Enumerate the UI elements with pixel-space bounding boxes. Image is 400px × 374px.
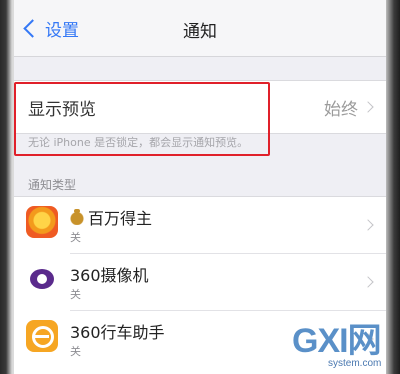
show-preview-label: 显示预览 bbox=[28, 100, 96, 120]
show-preview-row[interactable]: 显示预览 始终 bbox=[14, 80, 386, 134]
section-header-notification-types: 通知类型 bbox=[28, 178, 77, 192]
app-name: 360行车助手 bbox=[70, 319, 165, 343]
watermark-domain: system.com bbox=[328, 358, 382, 369]
show-preview-footer: 无论 iPhone 是否锁定，都会显示通知预览。 bbox=[28, 136, 249, 149]
row-divider bbox=[70, 253, 386, 254]
drive-assistant-360-app-icon bbox=[26, 320, 58, 352]
row-divider bbox=[70, 310, 386, 311]
app-name-text: 360摄像机 bbox=[70, 266, 149, 285]
app-name-text: 360行车助手 bbox=[70, 323, 165, 342]
chevron-right-icon bbox=[362, 219, 374, 231]
app-status: 关 bbox=[70, 231, 81, 244]
app-name: 360摄像机 bbox=[70, 262, 149, 286]
camera-360-app-icon bbox=[26, 263, 58, 295]
navigation-bar: 设置 通知 bbox=[14, 0, 386, 57]
app-name-text: 百万得主 bbox=[88, 209, 153, 228]
app-row-360-camera[interactable]: 360摄像机 关 bbox=[14, 254, 386, 310]
phone-photo: 设置 通知 显示预览 始终 无论 iPhone 是否锁定，都会显示通知预览。 通… bbox=[0, 0, 400, 374]
chevron-right-icon bbox=[362, 276, 374, 288]
app-status: 关 bbox=[70, 345, 81, 358]
app-name: 百万得主 bbox=[70, 205, 152, 229]
page-title: 通知 bbox=[183, 22, 217, 42]
millionaire-app-icon bbox=[26, 206, 58, 238]
watermark-logo-text: GXI网 bbox=[292, 322, 382, 360]
notifications-screen: 设置 通知 显示预览 始终 无论 iPhone 是否锁定，都会显示通知预览。 通… bbox=[14, 0, 386, 374]
app-row-millionaire[interactable]: 百万得主 关 bbox=[14, 197, 386, 253]
money-bag-icon bbox=[70, 209, 84, 225]
app-status: 关 bbox=[70, 288, 81, 301]
site-watermark: GXI网 system.com bbox=[286, 324, 396, 370]
chevron-right-icon bbox=[362, 101, 374, 113]
show-preview-value: 始终 bbox=[324, 100, 358, 120]
